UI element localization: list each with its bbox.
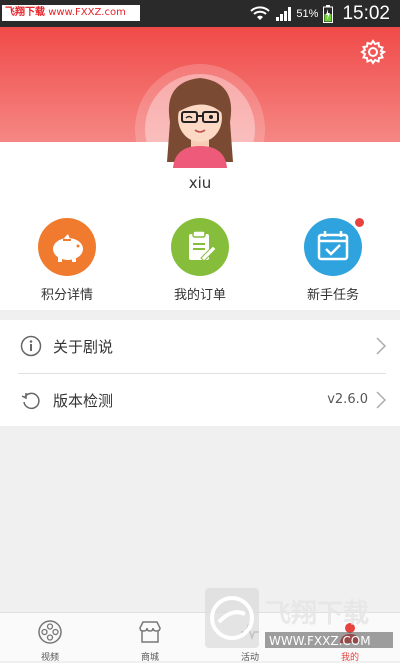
tab-label: 视频 (40, 653, 59, 663)
status-bar: 飞翔下载 www.FXXZ.com 51% 15:02 (0, 0, 400, 27)
menu-item-about[interactable]: 关于剧说 (0, 320, 400, 374)
points-detail-button[interactable]: 积分详情 (7, 218, 127, 308)
menu-item-label: 关于剧说 (53, 338, 114, 356)
newbie-tasks-label: 新手任务 (306, 288, 359, 303)
clock: 15:02 (342, 2, 390, 24)
watermark-brand: 飞翔下载 (5, 7, 45, 18)
watermark-logo: 飞翔下载 WWW.FXXZ.COM (205, 588, 393, 648)
order-ticket-icon (171, 218, 229, 276)
watermark-title: 飞翔下载 (265, 599, 369, 629)
username: xiu (188, 174, 212, 192)
film-reel-icon (38, 620, 62, 644)
status-icons: 51% 15:02 (250, 0, 390, 27)
calendar-check-icon (304, 218, 364, 276)
notification-dot (355, 218, 364, 227)
tab-store[interactable]: 商城 (100, 613, 200, 663)
piggy-bank-icon (38, 218, 96, 276)
info-icon (20, 335, 42, 357)
avatar[interactable] (155, 72, 245, 168)
gear-icon[interactable] (360, 39, 386, 65)
battery-icon (323, 4, 334, 23)
my-orders-label: 我的订单 (173, 288, 226, 303)
points-detail-label: 积分详情 (40, 288, 93, 303)
watermark-banner: 飞翔下载 www.FXXZ.com (2, 5, 140, 21)
battery-percent: 51% (296, 7, 319, 20)
chevron-right-icon (376, 337, 386, 355)
store-icon (139, 621, 161, 643)
tab-label: 商城 (140, 653, 159, 663)
wifi-icon (250, 5, 271, 20)
menu-item-label: 版本检测 (53, 392, 114, 410)
newbie-tasks-button[interactable]: 新手任务 (273, 218, 393, 308)
chevron-right-icon (376, 391, 386, 409)
signal-icon (276, 6, 292, 21)
refresh-icon (21, 392, 40, 410)
watermark-url: www.FXXZ.com (48, 7, 126, 18)
menu-item-version-check[interactable]: 版本检测 v2.6.0 (0, 374, 400, 426)
watermark-url-text: WWW.FXXZ.COM (269, 634, 371, 648)
settings-menu: 关于剧说 版本检测 v2.6.0 (0, 320, 400, 426)
tab-video[interactable]: 视频 (0, 613, 100, 663)
my-orders-button[interactable]: 我的订单 (140, 218, 260, 308)
version-value: v2.6.0 (327, 392, 368, 407)
